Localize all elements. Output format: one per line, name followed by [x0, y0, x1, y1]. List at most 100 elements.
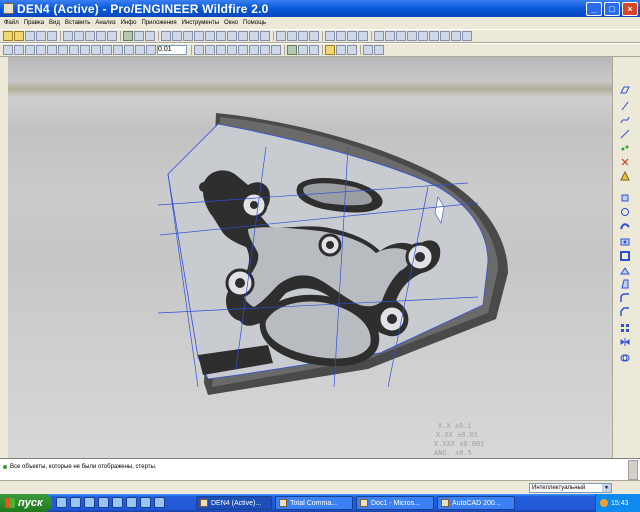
- menu-view[interactable]: Вид: [49, 20, 60, 26]
- analysis-tool-icon[interactable]: [620, 170, 630, 181]
- thicken-icon[interactable]: [227, 45, 237, 55]
- use-edge-icon[interactable]: [238, 45, 248, 55]
- graphics-viewport[interactable]: X.X ±0.1 X.XX ±0.01 X.XXX ±0.001 ANG. ±0…: [8, 57, 612, 458]
- dim-display-icon[interactable]: [260, 45, 270, 55]
- sketch-tool-icon[interactable]: [620, 129, 630, 139]
- circle-icon[interactable]: [36, 45, 46, 55]
- refit-icon[interactable]: [216, 31, 226, 41]
- media-player-icon[interactable]: [98, 497, 109, 508]
- regenerate-icon[interactable]: [123, 31, 133, 41]
- model-canvas[interactable]: X.X ±0.1 X.XX ±0.01 X.XXX ±0.001 ANG. ±0…: [8, 57, 612, 458]
- sketch-icon[interactable]: [3, 45, 13, 55]
- proe-app-icon[interactable]: [3, 3, 14, 14]
- spin-center-icon[interactable]: [172, 31, 182, 41]
- window-titlebar[interactable]: DEN4 (Active) - Pro/ENGINEER Wildfire 2.…: [0, 0, 640, 17]
- no-hidden-icon[interactable]: [298, 31, 308, 41]
- explorer-icon[interactable]: [84, 497, 95, 508]
- mirror-icon[interactable]: [135, 45, 145, 55]
- menu-window[interactable]: Окно: [224, 20, 238, 26]
- spin-icon[interactable]: [429, 31, 439, 41]
- message-scrollbar[interactable]: [628, 460, 638, 480]
- folder-icon[interactable]: [325, 45, 335, 55]
- browser-icon[interactable]: [70, 497, 81, 508]
- tray-app-icon[interactable]: [600, 499, 608, 507]
- section-icon[interactable]: [451, 31, 461, 41]
- explode-icon[interactable]: [462, 31, 472, 41]
- chevron-down-icon[interactable]: ▼: [602, 484, 611, 492]
- menu-analysis[interactable]: Анализ: [95, 20, 115, 26]
- menu-info[interactable]: Инфо: [121, 20, 137, 26]
- round-tool-icon[interactable]: [620, 293, 630, 303]
- window-icon[interactable]: [336, 45, 346, 55]
- mirror-tool-icon[interactable]: [620, 337, 630, 347]
- menu-edit[interactable]: Правка: [24, 20, 44, 26]
- taskbar-item-autocad[interactable]: AutoCAD 200...: [437, 496, 515, 510]
- outlook-icon[interactable]: [140, 497, 151, 508]
- menu-tools[interactable]: Инструменты: [182, 20, 219, 26]
- orient-icon[interactable]: [407, 31, 417, 41]
- csys-tool-icon[interactable]: [620, 157, 630, 167]
- dimension-icon[interactable]: [91, 45, 101, 55]
- undo-icon[interactable]: [96, 31, 106, 41]
- save-icon[interactable]: [25, 31, 35, 41]
- trim-icon[interactable]: [124, 45, 134, 55]
- offset-icon[interactable]: [216, 45, 226, 55]
- datum-axes-icon[interactable]: [336, 31, 346, 41]
- desktop-icon[interactable]: [56, 497, 67, 508]
- zoom-in-icon[interactable]: [194, 31, 204, 41]
- datum-plane-tool-icon[interactable]: [620, 85, 630, 95]
- select-arrow-icon[interactable]: [418, 31, 428, 41]
- repaint-icon[interactable]: [161, 31, 171, 41]
- datum-curve-tool-icon[interactable]: [620, 115, 630, 125]
- copy-icon[interactable]: [74, 31, 84, 41]
- precision-field[interactable]: 0.01: [157, 45, 187, 55]
- sketch-plane-icon[interactable]: [194, 45, 204, 55]
- menu-help[interactable]: Помощь: [243, 20, 266, 26]
- grid-icon[interactable]: [249, 45, 259, 55]
- menu-file[interactable]: Файл: [4, 20, 19, 26]
- hole-tool-icon[interactable]: [620, 237, 630, 247]
- zoom-out-icon[interactable]: [205, 31, 215, 41]
- paint-icon[interactable]: [154, 497, 165, 508]
- datum-axis-tool-icon[interactable]: [620, 101, 630, 111]
- activate-icon[interactable]: [347, 45, 357, 55]
- close-button[interactable]: ×: [622, 1, 638, 16]
- sweep-tool-icon[interactable]: [620, 221, 630, 231]
- menu-insert[interactable]: Вставить: [65, 20, 90, 26]
- datum-points-icon[interactable]: [347, 31, 357, 41]
- arc-icon[interactable]: [47, 45, 57, 55]
- csys-icon[interactable]: [358, 31, 368, 41]
- word-icon[interactable]: [112, 497, 123, 508]
- fillet-icon[interactable]: [58, 45, 68, 55]
- rectangle-icon[interactable]: [25, 45, 35, 55]
- run-icon[interactable]: [363, 45, 373, 55]
- merge-tool-icon[interactable]: [620, 353, 630, 363]
- layers-icon[interactable]: [249, 31, 259, 41]
- constraint-icon[interactable]: [102, 45, 112, 55]
- text-icon[interactable]: [113, 45, 123, 55]
- point-icon[interactable]: [80, 45, 90, 55]
- info-icon[interactable]: [374, 45, 384, 55]
- view-named-icon[interactable]: [440, 31, 450, 41]
- reorient-icon[interactable]: [227, 31, 237, 41]
- taskbar-item-word[interactable]: Doc1 - Micros...: [356, 496, 434, 510]
- taskbar-item-proe[interactable]: DEN4 (Active)...: [196, 496, 272, 510]
- minimize-button[interactable]: _: [586, 1, 602, 16]
- datum-planes-icon[interactable]: [325, 31, 335, 41]
- line-icon[interactable]: [14, 45, 24, 55]
- print-icon[interactable]: [36, 31, 46, 41]
- constraint-display-icon[interactable]: [271, 45, 281, 55]
- chamfer-tool-icon[interactable]: [620, 307, 630, 317]
- excel-icon[interactable]: [126, 497, 137, 508]
- new-file-icon[interactable]: [3, 31, 13, 41]
- wireframe-icon[interactable]: [276, 31, 286, 41]
- pattern-tool-icon[interactable]: [620, 323, 630, 333]
- start-button[interactable]: пуск: [0, 494, 52, 512]
- extrude-tool-icon[interactable]: [620, 193, 630, 203]
- zoom-window-icon[interactable]: [396, 31, 406, 41]
- model-tree-icon[interactable]: [298, 45, 308, 55]
- shading-icon[interactable]: [309, 31, 319, 41]
- revolve-tool-icon[interactable]: [620, 207, 630, 217]
- open-file-icon[interactable]: [14, 31, 24, 41]
- cut-icon[interactable]: [63, 31, 73, 41]
